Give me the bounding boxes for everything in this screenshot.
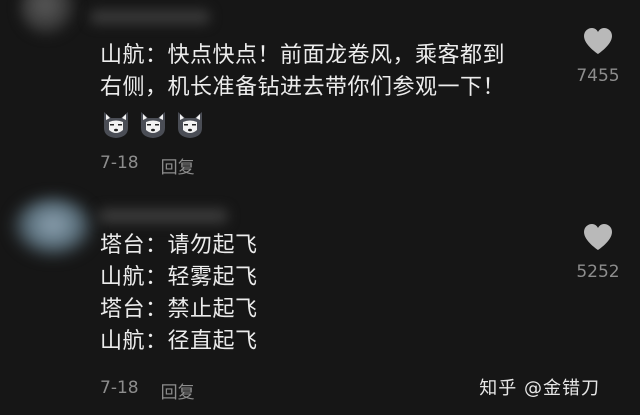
avatar[interactable] [20,0,76,36]
reply-button[interactable]: 回复 [161,378,195,403]
heart-icon[interactable] [582,222,614,252]
heart-icon[interactable] [582,26,614,56]
husky-emoji-icon [178,112,202,138]
comment-meta: 7-18 回复 [100,378,195,403]
comment-line: 山航：快点快点！前面龙卷风，乘客都到 [100,43,506,68]
husky-emoji-icon [104,112,128,138]
like-button[interactable]: 7455 [570,26,626,86]
like-count: 7455 [576,66,620,86]
comment-text: 塔台：请勿起飞 山航：轻雾起飞 塔台：禁止起飞 山航：径直起飞 [100,230,400,358]
username-blurred[interactable] [98,209,228,223]
comment-line: 塔台：请勿起飞 [100,233,258,258]
like-button[interactable]: 5252 [570,222,626,282]
husky-emoji-icon [141,112,165,138]
comment-meta: 7-18 回复 [100,153,195,178]
comment-date: 7-18 [100,153,139,173]
comment-line: 右侧，机长准备钻进去带你们参观一下！ [100,75,506,100]
avatar[interactable] [10,197,96,259]
watermark: 知乎 @金错刀 [479,378,600,399]
emoji-row [100,108,206,140]
like-count: 5252 [576,262,620,282]
username-blurred[interactable] [90,10,210,24]
comment-text: 山航：快点快点！前面龙卷风，乘客都到 右侧，机长准备钻进去带你们参观一下！ [100,40,540,104]
comment-date: 7-18 [100,378,139,398]
comment-line: 塔台：禁止起飞 [100,297,258,322]
reply-button[interactable]: 回复 [161,153,195,178]
comment-line: 山航：径直起飞 [100,329,258,354]
comment-item: 山航：快点快点！前面龙卷风，乘客都到 右侧，机长准备钻进去带你们参观一下！ 7-… [0,0,640,195]
comment-line: 山航：轻雾起飞 [100,265,258,290]
